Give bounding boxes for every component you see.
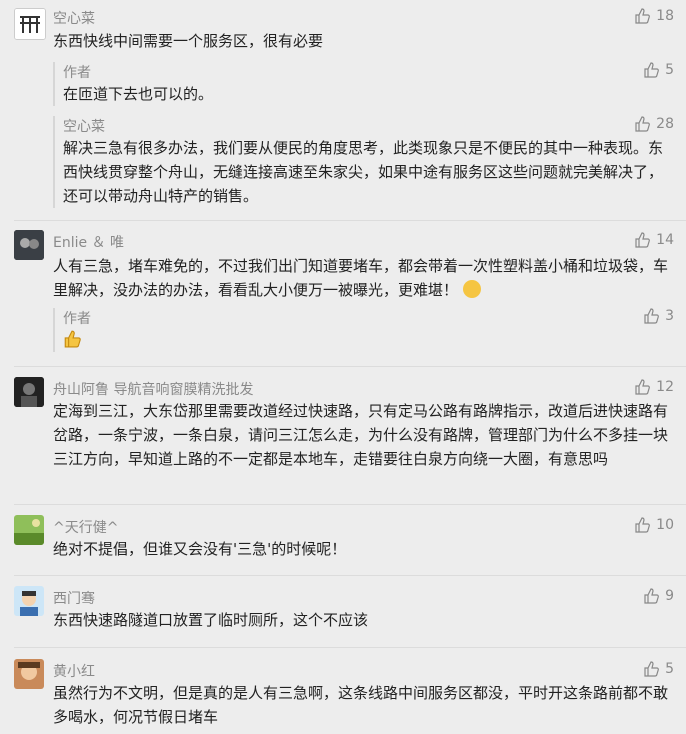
comment-item: 空心菜 18 东西快线中间需要一个服务区，很有必要 作者 在匝道下去也可以的。 …: [0, 0, 686, 215]
divider: [14, 366, 686, 367]
reply-author: 作者: [63, 311, 91, 327]
like-button[interactable]: 28: [634, 116, 674, 132]
like-count: 12: [656, 379, 674, 395]
like-button[interactable]: 5: [643, 661, 674, 677]
comment-text: 东西快速路隧道口放置了临时厕所，这个不应该: [53, 611, 369, 629]
comment-author[interactable]: 西门骞: [53, 588, 95, 608]
comment-author[interactable]: 黄小红: [53, 661, 95, 681]
comment-text-body: 人有三急，堵车难免的，不过我们出门知道要堵车，都会带着一次性塑料盖小桶和垃圾袋，…: [53, 257, 669, 299]
like-count: 3: [665, 308, 674, 324]
like-count: 5: [665, 661, 674, 677]
reply-item: 作者 在匝道下去也可以的。: [53, 62, 675, 106]
grin-emoji-icon: [462, 280, 481, 298]
like-button[interactable]: 14: [634, 232, 674, 248]
like-button[interactable]: 5: [643, 62, 674, 78]
thumbs-up-icon: [635, 8, 651, 24]
comment-text: 绝对不提倡，但谁又会没有'三急'的时候呢！: [53, 540, 347, 558]
reply-item: 作者: [53, 308, 675, 352]
like-count: 18: [656, 8, 674, 24]
like-count: 9: [665, 588, 674, 604]
thumbs-up-emoji-icon: [64, 330, 81, 348]
divider: [14, 575, 686, 576]
divider: [14, 220, 686, 221]
comment-text: 东西快线中间需要一个服务区，很有必要: [53, 32, 324, 50]
reply-text: 解决三急有很多办法，我们要从便民的角度思考，此类现象只是不便民的其中一种表现。东…: [63, 139, 664, 205]
avatar[interactable]: [14, 8, 46, 40]
comment-author[interactable]: 空心菜: [53, 8, 95, 28]
comment-author[interactable]: Enlie ＆ 唯: [53, 232, 124, 252]
avatar[interactable]: [14, 515, 44, 545]
like-button[interactable]: 9: [643, 588, 674, 604]
divider: [14, 647, 686, 648]
reply-text: 在匝道下去也可以的。: [63, 85, 214, 103]
comment-text: 虽然行为不文明，但是真的是人有三急啊，这条线路中间服务区都没，平时开这条路前都不…: [53, 684, 669, 726]
thumbs-up-icon: [644, 588, 659, 604]
thumbs-up-icon: [635, 517, 651, 533]
reply-author: 作者: [63, 65, 91, 81]
avatar[interactable]: [14, 377, 44, 407]
thumbs-up-icon: [644, 308, 659, 324]
like-count: 28: [656, 116, 674, 132]
divider: [14, 504, 686, 505]
comment-author[interactable]: 舟山阿鲁 导航音响窗膜精洗批发: [53, 379, 253, 399]
avatar[interactable]: [14, 586, 44, 616]
comment-item: 西门骞 9 东西快速路隧道口放置了临时厕所，这个不应该: [0, 586, 686, 646]
comment-item: ^天行健^ 10 绝对不提倡，但谁又会没有'三急'的时候呢！: [0, 515, 686, 575]
like-button[interactable]: 3: [643, 308, 674, 324]
like-count: 5: [665, 62, 674, 78]
like-button[interactable]: 18: [634, 8, 674, 24]
comment-item: 黄小红 5 虽然行为不文明，但是真的是人有三急啊，这条线路中间服务区都没，平时开…: [0, 659, 686, 734]
avatar[interactable]: [14, 230, 44, 260]
like-button[interactable]: 12: [634, 379, 674, 395]
reply-item: 空心菜 解决三急有很多办法，我们要从便民的角度思考，此类现象只是不便民的其中一种…: [53, 116, 675, 208]
reply-author: 空心菜: [63, 119, 105, 135]
avatar[interactable]: [14, 659, 44, 689]
like-button[interactable]: 10: [634, 517, 674, 533]
comment-text: 人有三急，堵车难免的，不过我们出门知道要堵车，都会带着一次性塑料盖小桶和垃圾袋，…: [53, 254, 673, 302]
reply-text: [63, 330, 663, 355]
comment-item: Enlie ＆ 唯 14 人有三急，堵车难免的，不过我们出门知道要堵车，都会带着…: [0, 230, 686, 360]
thumbs-up-icon: [644, 62, 659, 78]
like-count: 14: [656, 232, 674, 248]
thumbs-up-icon: [635, 379, 651, 395]
comment-text: 定海到三江，大东岱那里需要改道经过快速路，只有定马公路有路牌指示，改道后进快速路…: [53, 402, 669, 468]
like-count: 10: [656, 517, 674, 533]
comment-item: 舟山阿鲁 导航音响窗膜精洗批发 12 定海到三江，大东岱那里需要改道经过快速路，…: [0, 377, 686, 507]
comment-author[interactable]: ^天行健^: [53, 517, 118, 537]
thumbs-up-icon: [635, 232, 651, 248]
thumbs-up-icon: [635, 116, 651, 132]
thumbs-up-icon: [644, 661, 659, 677]
